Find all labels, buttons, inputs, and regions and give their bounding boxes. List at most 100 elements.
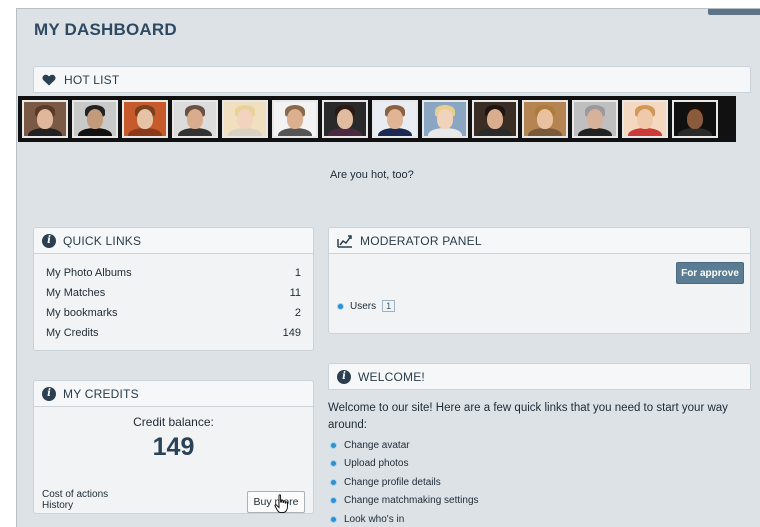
photo-face <box>337 109 353 129</box>
welcome-link-label[interactable]: Change matchmaking settings <box>344 495 479 506</box>
moderator-title: MODERATOR PANEL <box>360 233 482 248</box>
photo-shoulders <box>328 128 362 136</box>
hot-list-photo[interactable] <box>372 100 418 138</box>
photo-face <box>137 109 153 129</box>
hot-list-photo[interactable] <box>172 100 218 138</box>
credits-panel: Credit balance: 149 Cost of actions Hist… <box>33 407 314 514</box>
photo-shoulders <box>478 128 512 136</box>
hot-list-photo[interactable] <box>222 100 268 138</box>
photo-face <box>687 109 703 129</box>
credit-links: Cost of actions History <box>42 489 108 511</box>
quick-link-photo-albums[interactable]: My Photo Albums 1 <box>34 263 313 283</box>
hot-list-photo[interactable] <box>472 100 518 138</box>
hot-list-strip <box>18 96 736 142</box>
photo-shoulders <box>278 128 312 136</box>
quick-links-title: QUICK LINKS <box>63 233 142 248</box>
moderator-users-item[interactable]: Users 1 <box>337 300 396 312</box>
hot-list-photo[interactable] <box>522 100 568 138</box>
welcome-link-upload-photos[interactable]: Upload photos <box>330 455 479 474</box>
welcome-title: WELCOME! <box>358 369 425 384</box>
welcome-link-change-avatar[interactable]: Change avatar <box>330 436 479 455</box>
photo-shoulders <box>528 128 562 136</box>
photo-shoulders <box>628 128 662 136</box>
welcome-link-label[interactable]: Upload photos <box>344 458 409 469</box>
top-tab[interactable] <box>708 9 760 15</box>
quick-link-label[interactable]: My Photo Albums <box>46 267 132 279</box>
hot-list-photo[interactable] <box>72 100 118 138</box>
quick-link-matches[interactable]: My Matches 11 <box>34 283 313 303</box>
photo-shoulders <box>678 128 712 136</box>
hot-list-photo[interactable] <box>272 100 318 138</box>
quick-link-count: 149 <box>282 327 301 339</box>
welcome-intro: Welcome to our site! Here are a few quic… <box>328 402 728 431</box>
hot-list-title: HOT LIST <box>64 72 120 87</box>
welcome-link-matchmaking[interactable]: Change matchmaking settings <box>330 492 479 511</box>
welcome-link-label[interactable]: Change avatar <box>344 440 410 451</box>
welcome-link-look-whos-in[interactable]: Look who's in <box>330 510 479 527</box>
credits-title: MY CREDITS <box>63 386 139 401</box>
hot-list-photo[interactable] <box>672 100 718 138</box>
hot-list-photo[interactable] <box>322 100 368 138</box>
heart-icon <box>42 73 57 87</box>
photo-face <box>37 109 53 129</box>
quick-link-label[interactable]: My Matches <box>46 287 105 299</box>
credit-balance-label: Credit balance: <box>133 415 214 429</box>
photo-shoulders <box>128 128 162 136</box>
bullet-icon <box>330 460 337 468</box>
photo-shoulders <box>78 128 112 136</box>
users-count-badge: 1 <box>382 300 396 312</box>
photo-face <box>387 109 403 129</box>
bullet-icon <box>337 302 344 310</box>
welcome-links: Change avatar Upload photos Change profi… <box>330 436 479 527</box>
photo-face <box>287 109 303 129</box>
moderator-header: MODERATOR PANEL <box>328 227 751 254</box>
welcome-link-label[interactable]: Change profile details <box>344 477 441 488</box>
bullet-icon <box>330 497 337 505</box>
photo-face <box>187 109 203 129</box>
hot-list-photo[interactable] <box>122 100 168 138</box>
hot-list-photo[interactable] <box>22 100 68 138</box>
quick-link-count: 2 <box>294 307 301 319</box>
hot-list-header: HOT LIST <box>33 66 751 93</box>
moderator-panel: For approve Users 1 <box>328 254 751 334</box>
photo-shoulders <box>428 128 462 136</box>
welcome-link-label[interactable]: Look who's in <box>344 514 404 525</box>
hand-cursor-icon <box>274 494 290 514</box>
quick-link-count: 1 <box>294 267 301 279</box>
bullet-icon <box>330 515 337 523</box>
info-icon: i <box>42 233 56 248</box>
bullet-icon <box>330 478 337 486</box>
hot-question-link[interactable]: Are you hot, too? <box>330 169 414 181</box>
hot-list-photo[interactable] <box>422 100 468 138</box>
welcome-link-profile-details[interactable]: Change profile details <box>330 473 479 492</box>
quick-link-bookmarks[interactable]: My bookmarks 2 <box>34 303 313 323</box>
quick-link-credits[interactable]: My Credits 149 <box>34 323 313 343</box>
quick-links-header: i QUICK LINKS <box>33 227 314 254</box>
moderator-chart-icon <box>337 234 353 248</box>
quick-link-label[interactable]: My bookmarks <box>46 307 118 319</box>
for-approve-button[interactable]: For approve <box>676 262 744 284</box>
photo-shoulders <box>578 128 612 136</box>
photo-shoulders <box>178 128 212 136</box>
photo-shoulders <box>378 128 412 136</box>
quick-link-label[interactable]: My Credits <box>46 327 99 339</box>
photo-face <box>637 109 653 129</box>
photo-face <box>537 109 553 129</box>
photo-face <box>437 109 453 129</box>
photo-shoulders <box>28 128 62 136</box>
hot-list-photo[interactable] <box>572 100 618 138</box>
users-link[interactable]: Users <box>350 301 376 312</box>
photo-face <box>87 109 103 129</box>
photo-face <box>237 109 253 129</box>
photo-face <box>587 109 603 129</box>
photo-face <box>487 109 503 129</box>
bullet-icon <box>330 441 337 449</box>
cost-of-actions-link[interactable]: Cost of actions <box>42 489 108 500</box>
page-title: MY DASHBOARD <box>34 20 177 39</box>
photo-shoulders <box>228 128 262 136</box>
history-link[interactable]: History <box>42 500 108 511</box>
credits-header: i MY CREDITS <box>33 380 314 407</box>
quick-links-panel: My Photo Albums 1 My Matches 11 My bookm… <box>33 254 314 351</box>
hot-list-photo[interactable] <box>622 100 668 138</box>
info-icon: i <box>42 386 56 401</box>
